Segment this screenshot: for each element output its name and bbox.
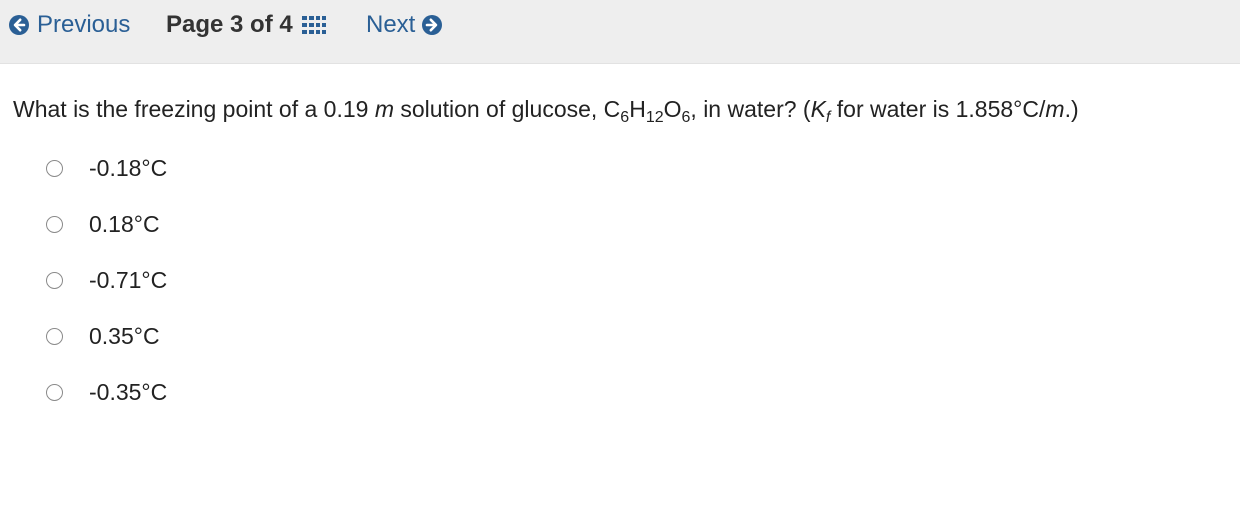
previous-label: Previous	[37, 11, 131, 38]
answer-label: 0.35°C	[89, 322, 160, 349]
kf-symbol: K	[810, 96, 826, 122]
arrow-circle-left-icon	[8, 14, 30, 36]
answer-label: -0.71°C	[89, 266, 168, 293]
page-label: Page 3 of 4	[166, 11, 293, 38]
question-part: for water is 1.858°C/	[830, 96, 1046, 122]
molality-unit: m	[1045, 96, 1065, 122]
answer-label: -0.18°C	[89, 154, 168, 181]
radio-button[interactable]	[46, 159, 63, 177]
radio-button[interactable]	[46, 215, 63, 233]
quiz-navigation-bar: Previous Page 3 of 4 Next	[0, 0, 1240, 64]
question-text: What is the freezing point of a 0.19 m s…	[13, 94, 1079, 126]
answer-option[interactable]: 0.35°C	[46, 318, 160, 354]
answer-label: -0.35°C	[89, 378, 168, 405]
radio-button[interactable]	[46, 327, 63, 345]
question-part: , in water? (	[690, 96, 811, 122]
next-button[interactable]: Next	[366, 11, 443, 39]
subscript: 6	[620, 109, 630, 126]
radio-button[interactable]	[46, 271, 63, 289]
radio-button[interactable]	[46, 383, 63, 401]
answer-option[interactable]: -0.35°C	[46, 374, 167, 410]
element-symbol: H	[629, 96, 646, 122]
question-part: solution of glucose, C	[394, 96, 621, 122]
answer-option[interactable]: -0.71°C	[46, 262, 167, 298]
subscript: 12	[645, 109, 664, 126]
question-part: .)	[1064, 96, 1079, 122]
question-part: What is the freezing point of a 0.19	[13, 96, 375, 122]
arrow-circle-right-icon	[421, 14, 443, 36]
previous-button[interactable]: Previous	[8, 11, 130, 39]
molality-unit: m	[374, 96, 394, 122]
answer-label: 0.18°C	[89, 210, 160, 237]
next-label: Next	[366, 11, 416, 38]
page-indicator[interactable]: Page 3 of 4	[166, 11, 326, 39]
element-symbol: O	[663, 96, 682, 122]
answer-option[interactable]: -0.18°C	[46, 150, 167, 186]
answer-option[interactable]: 0.18°C	[46, 206, 160, 242]
grid-icon	[301, 15, 326, 35]
